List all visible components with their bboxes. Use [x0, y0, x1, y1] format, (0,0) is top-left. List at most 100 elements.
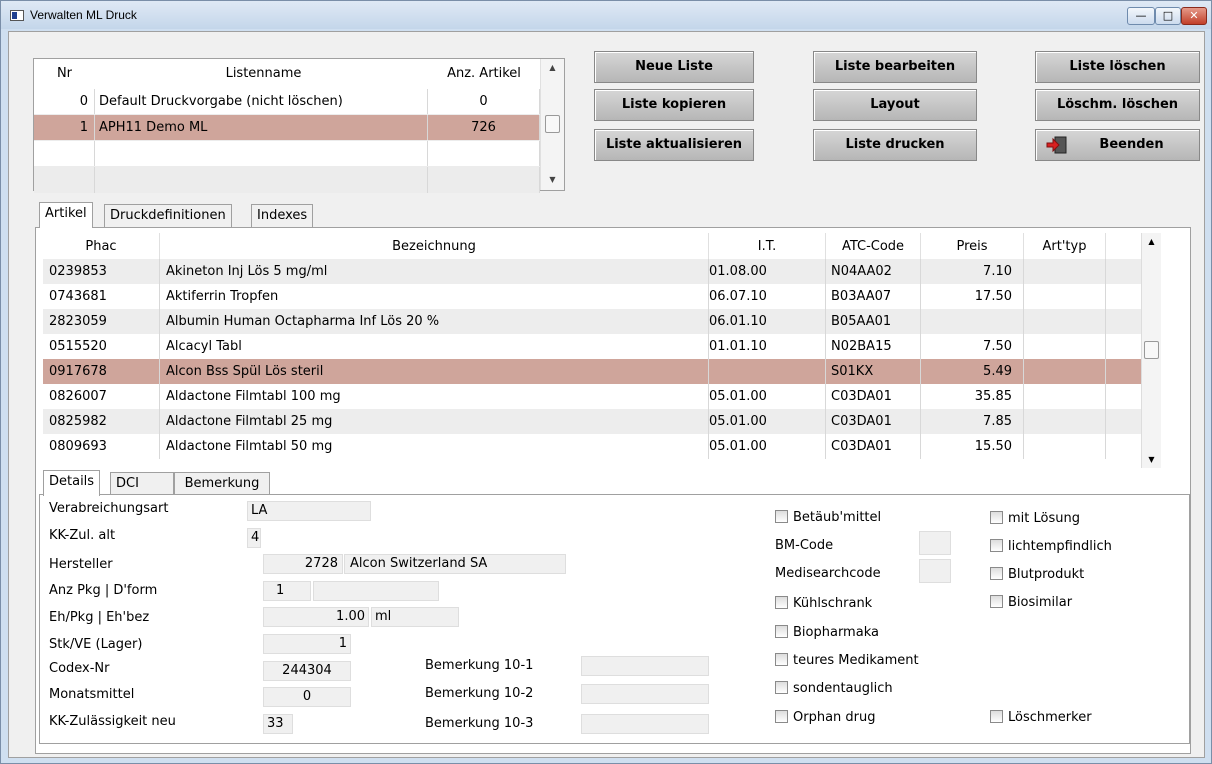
hersteller-name-field[interactable]: Alcon Switzerland SA	[344, 554, 566, 574]
close-button[interactable]: ✕	[1181, 7, 1207, 25]
tab-indexes[interactable]: Indexes	[251, 204, 314, 228]
col-listenname-header[interactable]: Listenname	[95, 59, 428, 85]
maximize-button[interactable]: □	[1155, 7, 1181, 25]
neue-liste-button[interactable]: Neue Liste	[594, 51, 754, 83]
tab-artikel[interactable]: Artikel	[39, 202, 93, 228]
checkbox-box[interactable]	[990, 567, 1003, 580]
sondentauglich-checkbox[interactable]: sondentauglich	[775, 681, 893, 696]
dform-field[interactable]	[313, 581, 439, 601]
medisearch-field[interactable]	[919, 559, 951, 583]
col-it-header[interactable]: I.T.	[709, 233, 826, 259]
codex-field[interactable]: 244304	[263, 661, 351, 681]
liste-aktualisieren-button[interactable]: Liste aktualisieren	[594, 129, 754, 161]
article-cell-arttyp	[1024, 334, 1106, 359]
article-cell-phac: 0825982	[43, 409, 160, 434]
liste-kopieren-button[interactable]: Liste kopieren	[594, 89, 754, 121]
eh-bez-field[interactable]: ml	[371, 607, 459, 627]
scroll-up-icon[interactable]: ▲	[1142, 237, 1161, 246]
article-row[interactable]: 0825982 Aldactone Filmtabl 25 mg 05.01.00 C…	[43, 409, 1161, 434]
title-bar: Verwalten ML Druck — □ ✕	[1, 1, 1211, 29]
checkbox-box[interactable]	[990, 511, 1003, 524]
scroll-up-icon[interactable]: ▲	[541, 63, 564, 72]
checkbox-box[interactable]	[775, 710, 788, 723]
kuehlschrank-checkbox[interactable]: Kühlschrank	[775, 596, 872, 611]
article-scrollbar[interactable]: ▲ ▼	[1141, 233, 1161, 468]
kk-zul-alt-field[interactable]: 4	[247, 528, 261, 548]
bm-code-field[interactable]	[919, 531, 951, 555]
biosimilar-checkbox[interactable]: Biosimilar	[990, 595, 1072, 610]
article-row[interactable]: 0515520 Alcacyl Tabl 01.01.10 N02BA15 7.50	[43, 334, 1161, 359]
kk-neu-field[interactable]: 33	[263, 714, 293, 734]
layout-button[interactable]: Layout	[813, 89, 977, 121]
tab-bemerkung[interactable]: Bemerkung	[174, 472, 270, 496]
bem2-field[interactable]	[581, 684, 709, 704]
article-row[interactable]: 2823059 Albumin Human Octapharma Inf Lös …	[43, 309, 1161, 334]
checkbox-box[interactable]	[990, 595, 1003, 608]
article-cell-phac: 0809693	[43, 434, 160, 459]
scroll-thumb[interactable]	[545, 115, 560, 133]
article-cell-it: 06.07.10	[709, 284, 826, 309]
article-row-selected[interactable]: 0917678 Alcon Bss Spül Lös steril S01KX 5.4…	[43, 359, 1161, 384]
checkbox-box[interactable]	[775, 596, 788, 609]
col-bezeichnung-header[interactable]: Bezeichnung	[160, 233, 709, 259]
stk-ve-field[interactable]: 1	[263, 634, 351, 654]
orphan-drug-checkbox[interactable]: Orphan drug	[775, 710, 876, 725]
col-arttyp-header[interactable]: Art'typ	[1024, 233, 1106, 259]
article-row[interactable]: 0826007 Aldactone Filmtabl 100 mg 05.01.00…	[43, 384, 1161, 409]
list-row[interactable]: 0 Default Druckvorgabe (nicht löschen) 0	[34, 89, 540, 115]
tab-details[interactable]: Details	[43, 470, 101, 496]
article-cell-preis: 15.50	[921, 434, 1024, 459]
article-cell-it: 01.08.00	[709, 259, 826, 284]
verabreichungsart-field[interactable]: LA	[247, 501, 371, 521]
beenden-button[interactable]: Beenden	[1035, 129, 1200, 161]
checkbox-box[interactable]	[775, 681, 788, 694]
bem3-field[interactable]	[581, 714, 709, 734]
hersteller-nr-field[interactable]: 2728	[263, 554, 343, 574]
article-row[interactable]: 0743681 Aktiferrin Tropfen 06.07.10 B03AA07…	[43, 284, 1161, 309]
liste-bearbeiten-button[interactable]: Liste bearbeiten	[813, 51, 977, 83]
app-icon	[10, 10, 24, 21]
loeschmerker-checkbox[interactable]: Löschmerker	[990, 710, 1092, 725]
scroll-down-icon[interactable]: ▼	[1142, 455, 1161, 464]
monatsmittel-field[interactable]: 0	[263, 687, 351, 707]
lichtempfindlich-checkbox[interactable]: lichtempfindlich	[990, 539, 1112, 554]
list-row-selected[interactable]: 1 APH11 Demo ML 726	[34, 115, 540, 141]
minimize-button[interactable]: —	[1127, 7, 1155, 25]
teures-medikament-checkbox[interactable]: teures Medikament	[775, 653, 919, 668]
article-cell-atc: B03AA07	[826, 284, 921, 309]
liste-drucken-button[interactable]: Liste drucken	[813, 129, 977, 161]
col-nr-header[interactable]: Nr	[34, 59, 95, 85]
mit-loesung-checkbox[interactable]: mit Lösung	[990, 511, 1080, 526]
col-preis-header[interactable]: Preis	[921, 233, 1024, 259]
article-cell-bezeichnung: Alcon Bss Spül Lös steril	[160, 359, 709, 384]
kk-neu-label: KK-Zulässigkeit neu	[49, 714, 176, 729]
loeschm-loeschen-button[interactable]: Löschm. löschen	[1035, 89, 1200, 121]
tab-druckdefinitionen[interactable]: Druckdefinitionen	[104, 204, 232, 228]
biopharmaka-checkbox[interactable]: Biopharmaka	[775, 625, 879, 640]
liste-loeschen-button[interactable]: Liste löschen	[1035, 51, 1200, 83]
checkbox-box[interactable]	[775, 625, 788, 638]
checkbox-box[interactable]	[775, 653, 788, 666]
list-cell-count: 726	[428, 115, 540, 140]
col-anz-artikel-header[interactable]: Anz. Artikel	[428, 59, 540, 85]
anz-pkg-field[interactable]: 1	[263, 581, 311, 601]
betaeubmittel-checkbox[interactable]: Betäub'mittel	[775, 510, 881, 525]
teures-medikament-label: teures Medikament	[793, 653, 919, 668]
checkbox-box[interactable]	[990, 710, 1003, 723]
article-row[interactable]: 0809693 Aldactone Filmtabl 50 mg 05.01.00 C…	[43, 434, 1161, 459]
scroll-thumb[interactable]	[1144, 341, 1159, 359]
bem1-field[interactable]	[581, 656, 709, 676]
blutprodukt-checkbox[interactable]: Blutprodukt	[990, 567, 1084, 582]
col-atc-header[interactable]: ATC-Code	[826, 233, 921, 259]
article-row[interactable]: 0239853 Akineton Inj Lös 5 mg/ml 01.08.00 N…	[43, 259, 1161, 284]
checkbox-box[interactable]	[775, 510, 788, 523]
scroll-down-icon[interactable]: ▼	[541, 175, 564, 184]
eh-pkg-field[interactable]: 1.00	[263, 607, 369, 627]
beenden-label: Beenden	[1099, 137, 1164, 152]
list-scrollbar[interactable]: ▲ ▼	[540, 59, 564, 190]
checkbox-box[interactable]	[990, 539, 1003, 552]
article-cell-bezeichnung: Aldactone Filmtabl 25 mg	[160, 409, 709, 434]
col-phac-header[interactable]: Phac	[43, 233, 160, 259]
list-cell-count: 0	[428, 89, 540, 114]
tab-dci[interactable]: DCI	[110, 472, 174, 496]
